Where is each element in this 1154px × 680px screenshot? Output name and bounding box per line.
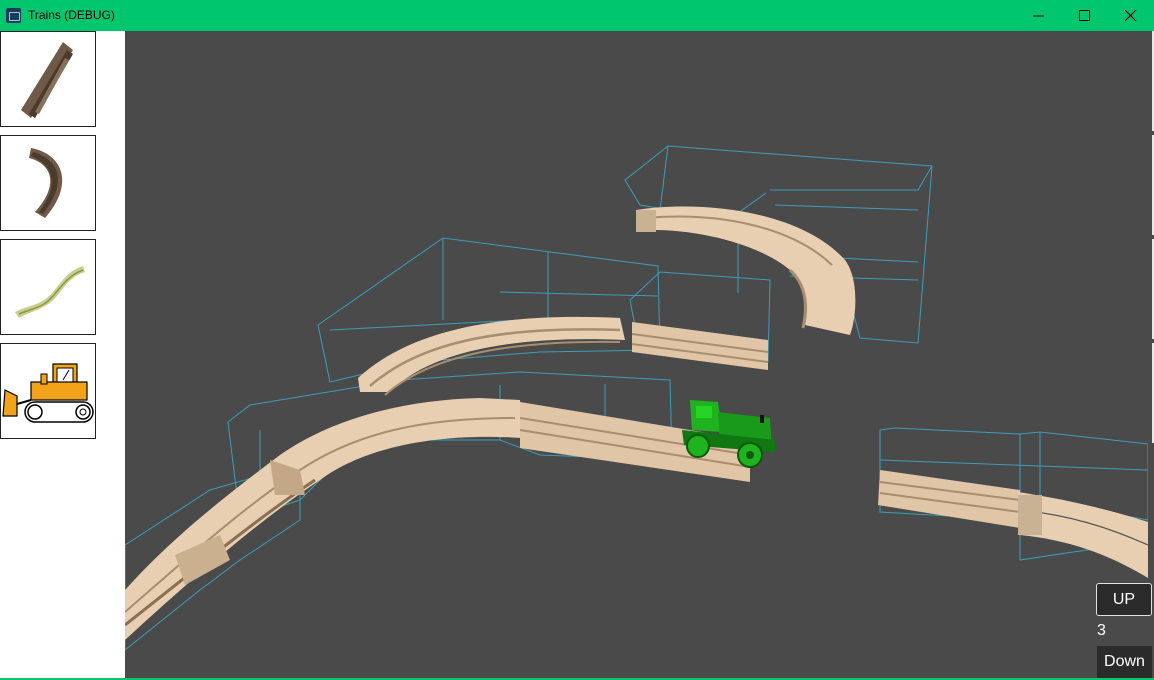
tool-palette <box>0 31 125 680</box>
window-title: Trains (DEBUG) <box>28 8 115 22</box>
close-icon <box>1125 10 1137 22</box>
tracks <box>125 206 1148 640</box>
middle-curve-track <box>358 316 625 392</box>
lower-curve-track <box>125 398 522 640</box>
right-straight-track <box>878 470 1020 528</box>
bulldozer-icon <box>2 363 94 423</box>
upper-curve-track <box>636 206 856 335</box>
minimize-button[interactable] <box>1016 0 1062 31</box>
scene-viewport[interactable] <box>125 31 1148 680</box>
level-down-button[interactable]: Down <box>1097 646 1152 678</box>
level-number: 3 <box>1097 622 1106 639</box>
track-scene <box>125 145 1148 651</box>
curved-track-tool[interactable] <box>0 135 96 231</box>
close-button[interactable] <box>1108 0 1154 31</box>
ramp-track-tool[interactable] <box>0 239 96 335</box>
ramp-track-icon <box>15 266 85 318</box>
maximize-button[interactable] <box>1062 0 1108 31</box>
maximize-icon <box>1079 10 1090 21</box>
title-bar[interactable]: Trains (DEBUG) <box>0 0 1154 31</box>
level-up-button[interactable]: UP <box>1096 583 1152 616</box>
straight-track-icon <box>21 42 73 118</box>
straight-track-tool[interactable] <box>0 31 96 127</box>
train-app-icon <box>6 8 21 23</box>
bulldozer-tool[interactable] <box>0 343 96 439</box>
curved-track-icon <box>29 148 63 218</box>
minimize-icon <box>1033 15 1044 17</box>
